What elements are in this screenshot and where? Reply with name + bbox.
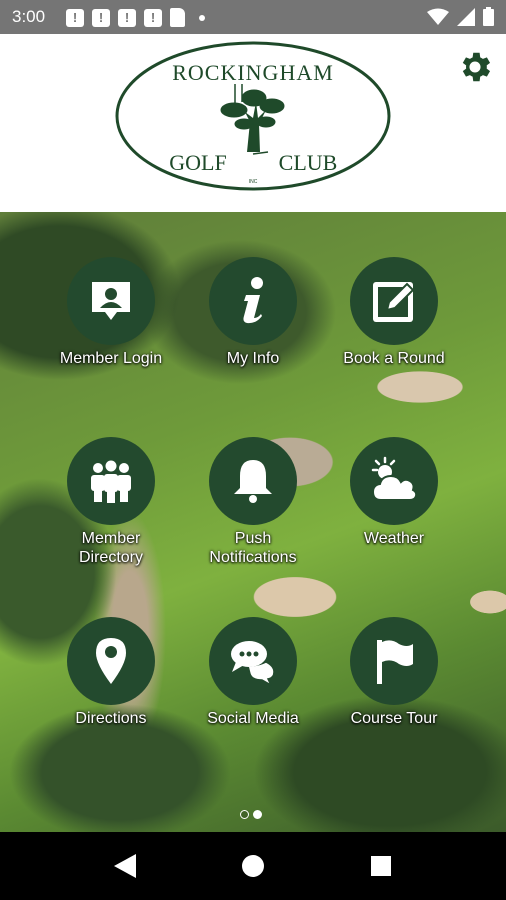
signal-icon bbox=[457, 7, 475, 26]
location-pin-icon bbox=[96, 638, 126, 684]
people-icon bbox=[91, 460, 131, 503]
wifi-icon bbox=[427, 8, 449, 25]
tile-circle bbox=[350, 437, 438, 525]
back-icon[interactable] bbox=[114, 854, 136, 878]
tile-circle bbox=[350, 617, 438, 705]
message-icon bbox=[144, 8, 162, 27]
weather-icon bbox=[371, 456, 418, 501]
recents-icon[interactable] bbox=[370, 854, 392, 878]
tile-circle bbox=[67, 437, 155, 525]
gear-icon[interactable] bbox=[456, 48, 494, 86]
tile-circle bbox=[209, 257, 297, 345]
tile-circle bbox=[209, 437, 297, 525]
logo-line3: CLUB bbox=[279, 150, 338, 175]
hero-background: Member Login My Info Book a Round Member… bbox=[0, 212, 506, 832]
info-icon bbox=[243, 277, 263, 324]
flag-icon bbox=[377, 640, 413, 684]
system-icons bbox=[427, 7, 494, 26]
sim-card-icon bbox=[170, 8, 185, 27]
tile-label: Course Tour bbox=[350, 710, 438, 727]
tile-circle bbox=[350, 257, 438, 345]
page-dot[interactable] bbox=[240, 810, 249, 819]
chat-icon bbox=[231, 641, 275, 686]
page-dot-active[interactable] bbox=[253, 810, 262, 819]
bell-icon bbox=[234, 460, 272, 503]
club-logo: ROCKINGHAM GOLF CLUB INC bbox=[115, 41, 391, 191]
tile-label: Weather bbox=[363, 530, 425, 547]
home-icon[interactable] bbox=[242, 854, 264, 878]
tile-circle bbox=[67, 257, 155, 345]
tile-label: Book a Round bbox=[343, 350, 445, 367]
logo-line2: GOLF bbox=[169, 150, 226, 175]
message-icon bbox=[118, 8, 136, 27]
logo-suffix: INC bbox=[249, 179, 258, 185]
message-icon bbox=[66, 8, 84, 27]
battery-icon bbox=[483, 7, 494, 26]
logo-line1: ROCKINGHAM bbox=[172, 60, 334, 85]
page-indicator bbox=[240, 810, 262, 819]
system-nav-bar bbox=[0, 832, 506, 900]
member-card-icon bbox=[92, 282, 130, 320]
app-header: ROCKINGHAM GOLF CLUB INC bbox=[0, 34, 506, 212]
message-icon bbox=[92, 8, 110, 27]
status-time: 3:00 bbox=[12, 7, 46, 26]
status-bar: 3:00 bbox=[0, 0, 506, 34]
tile-circle bbox=[209, 617, 297, 705]
tile-circle bbox=[67, 617, 155, 705]
edit-icon bbox=[373, 282, 415, 322]
notification-icons bbox=[66, 8, 205, 27]
more-notifications-dot bbox=[199, 14, 205, 21]
